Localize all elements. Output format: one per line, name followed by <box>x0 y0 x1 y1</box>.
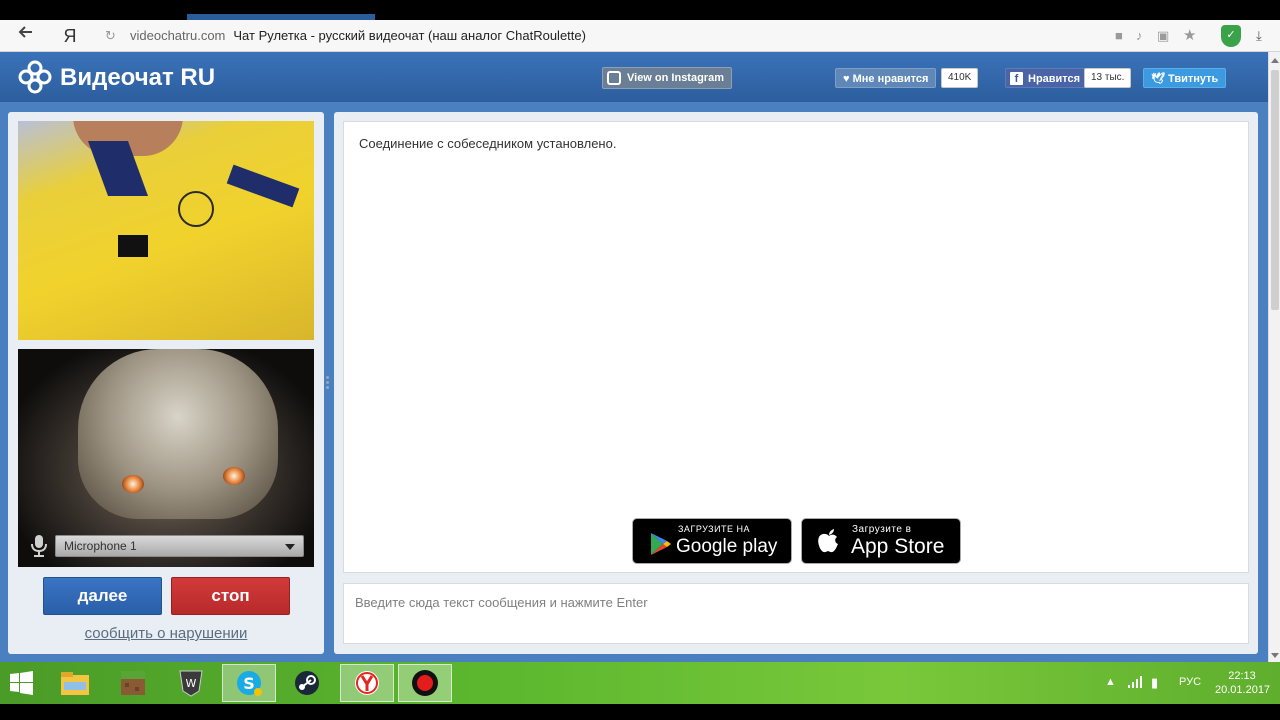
mask-eye-right <box>223 467 245 485</box>
google-play-small-text: ЗАГРУЗИТЕ НА <box>678 524 751 534</box>
windows-start-icon[interactable] <box>0 664 44 702</box>
lock-icon[interactable]: ▣ <box>1157 28 1169 44</box>
microphone-select[interactable]: Microphone 1 <box>55 535 304 557</box>
site-header: Видеочат RU View on Instagram ♥ Мне нрав… <box>0 52 1268 102</box>
next-button[interactable]: далее <box>43 577 162 615</box>
mask-face <box>78 349 278 519</box>
chat-messages: Соединение с собеседником установлено. З… <box>343 121 1249 573</box>
shirt-emblem <box>178 191 214 227</box>
brand-logo-icon[interactable] <box>18 60 52 94</box>
vk-like-button[interactable]: ♥ Мне нравится <box>835 68 937 88</box>
vk-like-label: Мне нравится <box>852 73 929 85</box>
message-input[interactable]: Введите сюда текст сообщения и нажмите E… <box>343 583 1249 644</box>
vertical-splitter[interactable] <box>326 376 330 390</box>
download-icon[interactable]: ⤓ <box>1256 28 1262 44</box>
world-of-tanks-icon[interactable]: W <box>164 664 218 702</box>
bookmark-star-icon[interactable]: ★ <box>1183 26 1196 44</box>
microphone-select-value: Microphone 1 <box>64 539 137 553</box>
google-play-button[interactable]: ЗАГРУЗИТЕ НА Google play <box>632 518 792 564</box>
browser-toolbar: Я ↻ videochatru.com Чат Рулетка - русский… <box>0 20 1280 52</box>
mask-eye-left <box>122 475 144 493</box>
yandex-logo-button[interactable]: Я <box>58 24 82 48</box>
app-store-big-text: App Store <box>851 535 945 558</box>
skype-icon[interactable]: S <box>222 664 276 702</box>
facebook-like-label: Нравится <box>1028 73 1081 85</box>
brand-name[interactable]: Видеочат RU <box>60 64 215 92</box>
shirt-logo <box>118 235 148 257</box>
instagram-label: View on Instagram <box>627 72 724 84</box>
address-bar[interactable]: videochatru.com Чат Рулетка - русский вид… <box>130 28 586 43</box>
screen-bottom-edge <box>0 704 1280 720</box>
minecraft-icon[interactable] <box>106 664 160 702</box>
instagram-button[interactable]: View on Instagram <box>602 67 732 89</box>
microphone-icon[interactable]: ♪ <box>1136 28 1143 43</box>
facebook-icon: f <box>1010 72 1023 85</box>
google-play-icon <box>651 533 671 555</box>
heart-icon: ♥ <box>843 73 853 85</box>
app-store-small-text: Загрузите в <box>852 524 912 535</box>
stop-button[interactable]: стоп <box>171 577 290 615</box>
app-store-button[interactable]: Загрузите в App Store <box>801 518 961 564</box>
vk-like-count: 410K <box>941 68 979 88</box>
microphone-icon <box>31 535 47 557</box>
scroll-thumb[interactable] <box>1271 70 1279 310</box>
message-input-placeholder: Введите сюда текст сообщения и нажмите E… <box>355 595 648 610</box>
file-explorer-icon[interactable] <box>48 664 102 702</box>
facebook-like-button[interactable]: f Нравится <box>1005 68 1089 88</box>
back-arrow-icon[interactable] <box>14 24 38 48</box>
svg-text:S: S <box>243 674 255 693</box>
connection-status-message: Соединение с собеседником установлено. <box>359 136 617 151</box>
instagram-icon <box>607 71 621 85</box>
svg-text:W: W <box>186 677 197 690</box>
browser-tabstrip <box>0 0 1280 20</box>
tweet-label: Твитнуть <box>1168 73 1219 85</box>
steam-icon[interactable] <box>280 664 334 702</box>
scroll-up-icon[interactable] <box>1271 58 1279 63</box>
screen: Я ↻ videochatru.com Чат Рулетка - русский… <box>0 0 1280 720</box>
facebook-like-count: 13 тыс. <box>1084 68 1132 88</box>
reload-icon[interactable]: ↻ <box>105 28 116 44</box>
camera-icon[interactable]: ■ <box>1115 28 1123 43</box>
apple-icon <box>818 529 838 553</box>
report-abuse-link[interactable]: сообщить о нарушении <box>0 625 332 642</box>
scroll-down-icon[interactable] <box>1271 653 1279 658</box>
shirt-sleeve <box>226 164 300 208</box>
clock-time: 22:13 <box>1228 670 1256 682</box>
twitter-bird-icon: 🕊 <box>1151 73 1169 85</box>
windows-taskbar: W S ▲ ▮ РУС 22:13 20.01.2017 <box>0 662 1280 704</box>
clock-date: 20.01.2017 <box>1215 684 1271 696</box>
yandex-browser-icon[interactable] <box>340 664 394 702</box>
horizontal-splitter[interactable] <box>788 576 808 589</box>
google-play-big-text: Google play <box>676 536 778 557</box>
recorder-icon[interactable] <box>398 664 452 702</box>
address-domain: videochatru.com <box>130 28 226 43</box>
chevron-down-icon <box>285 544 295 550</box>
partner-video <box>18 121 314 340</box>
tweet-button[interactable]: 🕊 Твитнуть <box>1143 68 1227 88</box>
address-title: Чат Рулетка - русский видеочат (наш анал… <box>233 28 586 43</box>
protect-shield-icon[interactable]: ✓ <box>1221 25 1241 47</box>
page-scrollbar[interactable] <box>1268 52 1280 662</box>
